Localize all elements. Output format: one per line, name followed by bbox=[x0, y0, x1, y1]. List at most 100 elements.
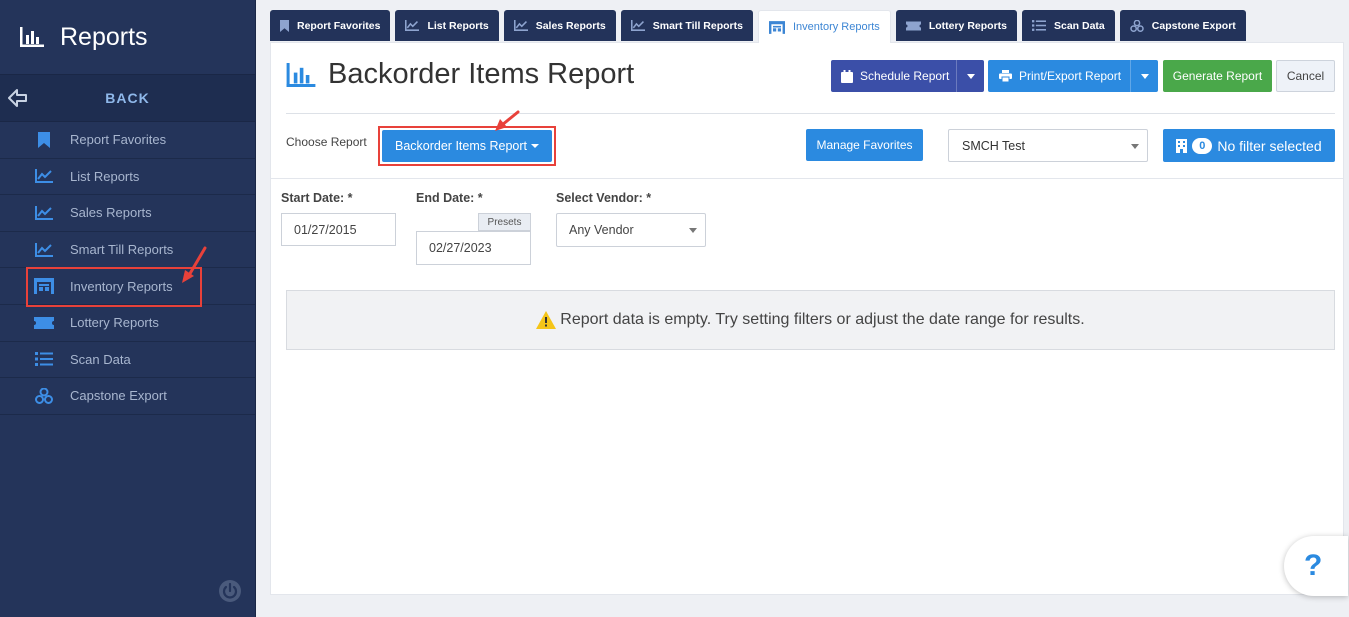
bar-chart-icon bbox=[286, 62, 316, 87]
sidebar-item-label: Report Favorites bbox=[70, 132, 167, 148]
sidebar-item-list-reports[interactable]: List Reports bbox=[0, 159, 255, 196]
line-chart-icon bbox=[34, 241, 54, 259]
chevron-down-icon bbox=[689, 228, 697, 233]
cancel-label: Cancel bbox=[1286, 69, 1325, 83]
bookmark-icon bbox=[34, 131, 54, 149]
bar-chart-icon bbox=[20, 27, 44, 47]
help-icon: ? bbox=[1304, 549, 1323, 582]
store-select[interactable]: SMCH Test bbox=[948, 129, 1148, 162]
start-date-input[interactable]: 01/27/2015 bbox=[281, 213, 396, 246]
tab-report-favorites[interactable]: Report Favorites bbox=[270, 10, 391, 41]
sidebar-item-capstone-export[interactable]: Capstone Export bbox=[0, 378, 255, 415]
back-button[interactable]: BACK bbox=[0, 74, 255, 122]
schedule-report-button[interactable]: Schedule Report bbox=[831, 60, 984, 92]
tab-label: Inventory Reports bbox=[792, 21, 880, 33]
power-button[interactable] bbox=[218, 579, 242, 606]
print-export-button[interactable]: Print/Export Report bbox=[988, 60, 1158, 92]
sidebar-item-sales-reports[interactable]: Sales Reports bbox=[0, 195, 255, 232]
building-icon bbox=[1176, 138, 1188, 153]
annotation-arrow-icon bbox=[182, 246, 207, 283]
tab-smart-till-reports[interactable]: Smart Till Reports bbox=[620, 10, 753, 41]
tab-label: Lottery Reports bbox=[928, 19, 1007, 32]
generate-report-button[interactable]: Generate Report bbox=[1163, 60, 1272, 92]
header-divider bbox=[286, 113, 1335, 114]
chevron-down-icon bbox=[1140, 73, 1149, 79]
print-icon bbox=[999, 70, 1012, 82]
print-export-label: Print/Export Report bbox=[1019, 69, 1122, 83]
help-button[interactable]: ? bbox=[1284, 536, 1348, 596]
tab-label: Capstone Export bbox=[1151, 19, 1236, 32]
ticket-icon bbox=[905, 21, 921, 30]
choose-report-label: Choose Report bbox=[286, 135, 367, 149]
end-date-input[interactable]: 02/27/2023 bbox=[416, 231, 531, 265]
chevron-down-icon bbox=[966, 73, 975, 79]
tab-label: Scan Data bbox=[1054, 19, 1105, 32]
cubes-icon bbox=[1130, 19, 1144, 32]
filter-button[interactable]: 0 No filter selected bbox=[1163, 129, 1335, 162]
sidebar-item-label: Capstone Export bbox=[70, 388, 167, 404]
vendor-select-value: Any Vendor bbox=[569, 223, 634, 237]
ticket-icon bbox=[34, 314, 54, 332]
empty-state-message: Report data is empty. Try setting filter… bbox=[286, 290, 1335, 350]
sidebar-item-label: Smart Till Reports bbox=[70, 242, 174, 258]
tab-inventory-reports[interactable]: Inventory Reports bbox=[757, 10, 891, 43]
filter-label: No filter selected bbox=[1217, 137, 1322, 154]
page-title: Backorder Items Report bbox=[286, 58, 634, 91]
sidebar-item-lottery-reports[interactable]: Lottery Reports bbox=[0, 305, 255, 342]
sidebar-title: Reports bbox=[60, 22, 148, 51]
store-select-value: SMCH Test bbox=[962, 138, 1025, 153]
warning-icon bbox=[536, 311, 557, 329]
bookmark-icon bbox=[280, 19, 289, 32]
tab-label: List Reports bbox=[427, 19, 489, 32]
sidebar-item-label: Sales Reports bbox=[70, 205, 152, 221]
cubes-icon bbox=[34, 387, 54, 405]
sidebar-item-label: Lottery Reports bbox=[70, 315, 159, 331]
empty-state-text: Report data is empty. Try setting filter… bbox=[560, 311, 1085, 328]
manage-favorites-label: Manage Favorites bbox=[816, 138, 913, 152]
schedule-dropdown-toggle[interactable] bbox=[956, 60, 984, 92]
start-date-label: Start Date: * bbox=[281, 191, 353, 205]
filter-count-badge: 0 bbox=[1192, 137, 1213, 154]
tab-sales-reports[interactable]: Sales Reports bbox=[503, 10, 616, 41]
list-icon bbox=[1032, 20, 1046, 31]
print-dropdown-toggle[interactable] bbox=[1130, 60, 1158, 92]
annotation-arrow-icon bbox=[495, 110, 520, 131]
tab-scan-data[interactable]: Scan Data bbox=[1022, 10, 1115, 41]
tab-lottery-reports[interactable]: Lottery Reports bbox=[895, 10, 1017, 41]
tab-capstone-export[interactable]: Capstone Export bbox=[1119, 10, 1246, 41]
filter-divider bbox=[271, 178, 1343, 179]
cancel-button[interactable]: Cancel bbox=[1276, 60, 1335, 92]
manage-favorites-button[interactable]: Manage Favorites bbox=[806, 129, 923, 161]
line-chart-icon bbox=[34, 204, 54, 222]
sidebar-item-label: List Reports bbox=[70, 168, 140, 184]
sidebar: Reports BACK Report Favorites List Repor… bbox=[0, 0, 256, 617]
presets-button[interactable]: Presets bbox=[478, 213, 531, 231]
tab-label: Smart Till Reports bbox=[652, 19, 743, 32]
end-date-label: End Date: * bbox=[416, 191, 483, 205]
line-chart-icon bbox=[630, 20, 645, 31]
sidebar-item-label: Scan Data bbox=[70, 351, 131, 367]
chevron-down-icon bbox=[1131, 144, 1139, 149]
tab-list-reports[interactable]: List Reports bbox=[395, 10, 499, 41]
generate-report-label: Generate Report bbox=[1172, 69, 1263, 83]
power-icon bbox=[219, 580, 241, 602]
schedule-report-label: Schedule Report bbox=[860, 69, 950, 83]
report-tabs: Report Favorites List Reports Sales Repo… bbox=[270, 10, 1251, 43]
calendar-icon bbox=[841, 69, 853, 83]
highlight-report-select bbox=[378, 126, 556, 166]
vendor-label: Select Vendor: * bbox=[556, 191, 652, 205]
tab-label: Report Favorites bbox=[297, 19, 381, 32]
sidebar-item-report-favorites[interactable]: Report Favorites bbox=[0, 122, 255, 159]
back-label: BACK bbox=[105, 90, 150, 106]
sidebar-item-scan-data[interactable]: Scan Data bbox=[0, 342, 255, 379]
sidebar-item-smart-till-reports[interactable]: Smart Till Reports bbox=[0, 232, 255, 269]
line-chart-icon bbox=[34, 167, 54, 185]
vendor-select[interactable]: Any Vendor bbox=[556, 213, 706, 247]
tab-label: Sales Reports bbox=[535, 19, 606, 32]
line-chart-icon bbox=[405, 20, 420, 31]
arrow-left-icon bbox=[8, 89, 27, 107]
list-icon bbox=[34, 350, 54, 368]
sidebar-header: Reports bbox=[0, 0, 255, 74]
line-chart-icon bbox=[513, 20, 528, 31]
warehouse-icon bbox=[768, 20, 785, 34]
